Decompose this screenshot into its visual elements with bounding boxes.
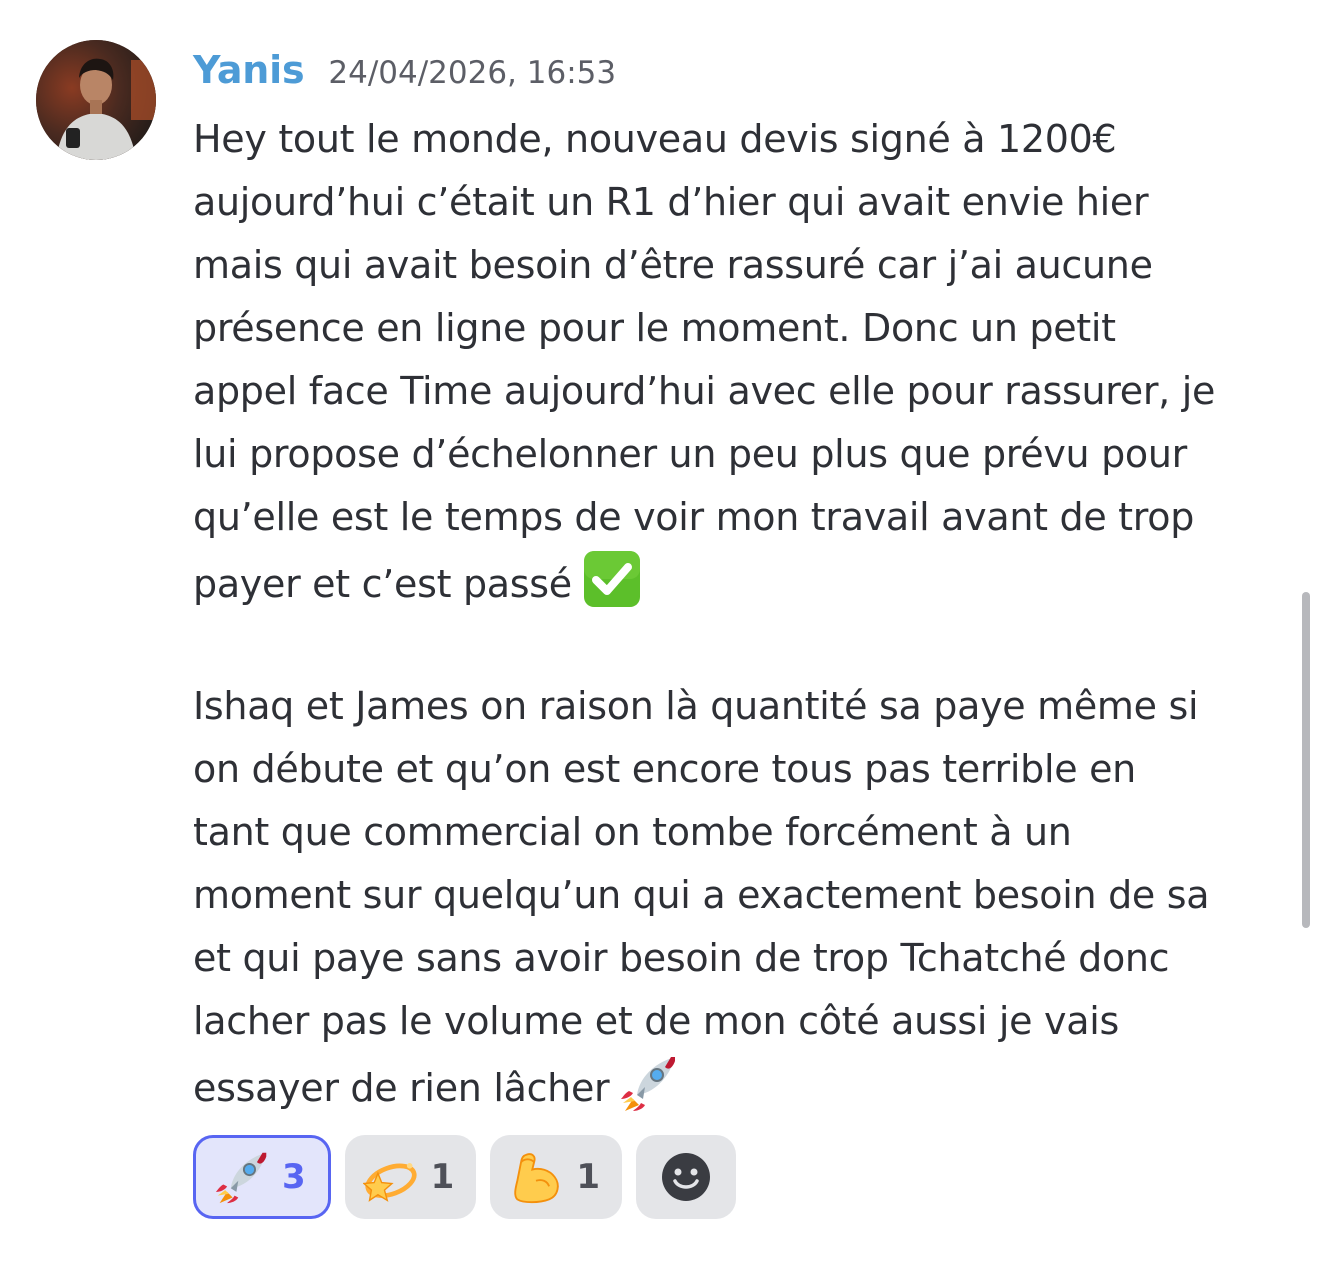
reaction-count: 1 <box>430 1157 455 1197</box>
message-line-with-emoji: essayer de rien lâcher <box>193 1053 1288 1116</box>
message-line-text: essayer de rien lâcher <box>193 1066 610 1110</box>
author-name[interactable]: Yanis <box>193 48 305 92</box>
message-line: moment sur quelqu’un qui a exactement be… <box>193 873 1210 917</box>
message-line: aujourd’hui c’était un R1 d’hier qui ava… <box>193 180 1149 224</box>
check-mark-emoji-icon <box>582 549 642 609</box>
message-line: qu’elle est le temps de voir mon travail… <box>193 495 1195 539</box>
message-line: lacher pas le volume et de mon côté auss… <box>193 999 1119 1043</box>
scrollbar-thumb[interactable] <box>1302 592 1310 928</box>
reactions-bar: 3 1 1 <box>193 1135 737 1219</box>
message-timestamp: 24/04/2026, 16:53 <box>328 55 617 91</box>
message-line: appel face Time aujourd’hui avec elle po… <box>193 369 1216 413</box>
reaction-count: 1 <box>576 1157 601 1197</box>
message-line: mais qui avait besoin d’être rassuré car… <box>193 243 1153 287</box>
reaction-dizzy[interactable]: 1 <box>344 1135 477 1219</box>
message-content: Hey tout le monde, nouveau devis signé à… <box>193 108 1288 1116</box>
rocket-icon <box>215 1152 267 1204</box>
add-reaction-button[interactable] <box>636 1135 737 1219</box>
message-line: présence en ligne pour le moment. Donc u… <box>193 306 1116 350</box>
flexed-biceps-icon <box>514 1153 560 1204</box>
rocket-emoji-icon <box>619 1053 679 1113</box>
message-line: Hey tout le monde, nouveau devis signé à… <box>193 117 1117 161</box>
message-line: lui propose d’échelonner un peu plus que… <box>193 432 1187 476</box>
reaction-count: 3 <box>282 1157 306 1197</box>
chat-message: Yanis 24/04/2026, 16:53 Hey tout le mond… <box>0 0 1320 1271</box>
dizzy-icon <box>362 1163 417 1202</box>
message-line-text: payer et c’est passé <box>193 562 572 606</box>
message-header: Yanis 24/04/2026, 16:53 <box>193 48 616 104</box>
avatar-photo <box>36 40 156 160</box>
message-line-with-emoji: payer et c’est passé <box>193 549 1288 612</box>
message-line: on débute et qu’on est encore tous pas t… <box>193 747 1136 791</box>
reaction-rocket[interactable]: 3 <box>193 1135 331 1219</box>
message-line: tant que commercial on tombe forcément à… <box>193 810 1072 854</box>
message-line: et qui paye sans avoir besoin de trop Tc… <box>193 936 1170 980</box>
message-line: Ishaq et James on raison là quantité sa … <box>193 684 1199 728</box>
smiley-add-reaction-icon <box>662 1153 711 1201</box>
reaction-flexed-biceps[interactable]: 1 <box>490 1135 623 1219</box>
user-avatar[interactable] <box>36 40 156 160</box>
